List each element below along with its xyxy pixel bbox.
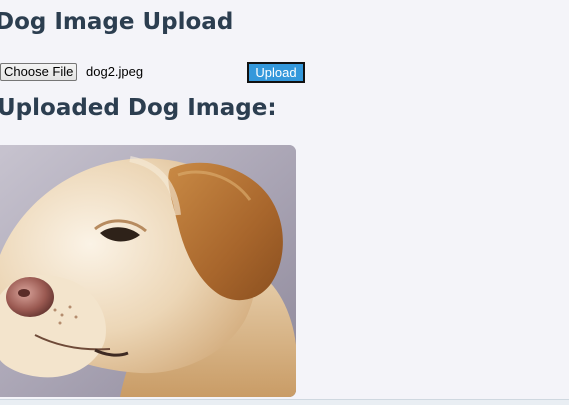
page: Dog Image Upload Choose File dog2.jpeg U… <box>0 0 569 405</box>
page-bottom-border <box>0 399 569 405</box>
page-title: Dog Image Upload <box>0 9 234 35</box>
uploaded-image-heading: Uploaded Dog Image: <box>0 95 277 121</box>
choose-file-button[interactable]: Choose File <box>0 63 78 81</box>
selected-file-name: dog2.jpeg <box>86 64 144 79</box>
upload-form: Choose File dog2.jpeg Upload <box>0 62 320 84</box>
uploaded-dog-image <box>0 145 296 397</box>
upload-button[interactable]: Upload <box>247 62 305 83</box>
